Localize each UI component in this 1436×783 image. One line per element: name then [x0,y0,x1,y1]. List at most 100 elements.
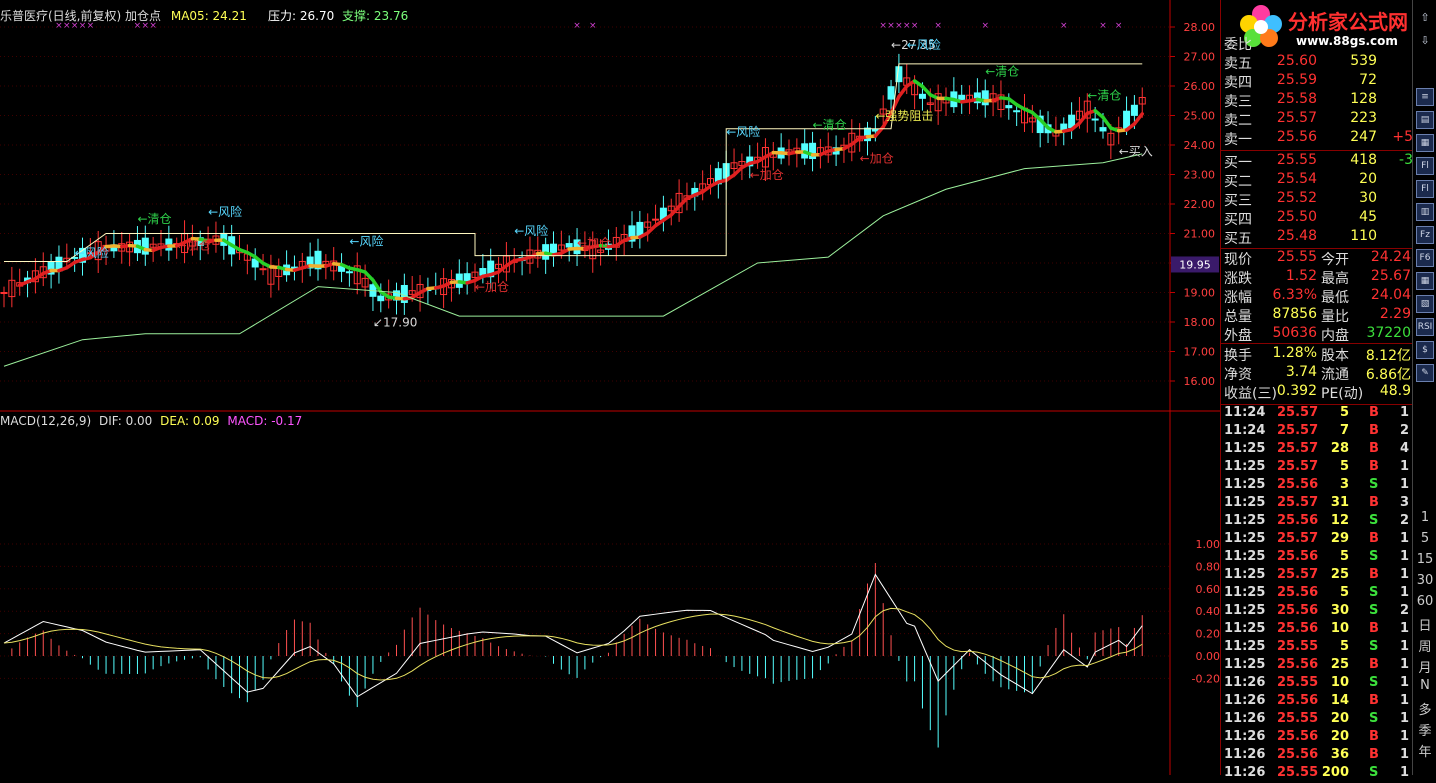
level-price: 25.57 [1277,110,1317,126]
period-button-6[interactable]: 周 [1413,636,1436,655]
support-label: 支撑: 23.76 [342,9,408,23]
down-arrow-icon[interactable]: ⇩ [1415,31,1435,51]
tick-time: 11:25 [1224,441,1265,456]
quote-panel: 委比 卖五25.60539卖四25.5972卖三25.58128卖二25.572… [1220,0,1413,775]
resistance-label: 压力: 26.70 [268,9,334,23]
ma-line-segment [899,86,907,96]
signal-annotation: ←风险 [514,223,548,238]
level-volume: 110 [1350,228,1377,244]
ma-line-segment [1103,117,1111,128]
price-axis-label: 24.00 [1184,139,1216,152]
candle-body [888,87,894,99]
period-button-9[interactable]: 多 [1413,699,1436,718]
tick-price: 25.56 [1277,477,1318,492]
buy-level-row: 买五25.48110 [1221,228,1413,247]
stat-value: 6.86亿 [1366,364,1411,384]
period-button-3[interactable]: 30 [1413,573,1436,588]
tick-volume: 10 [1331,621,1349,636]
signal-annotation: ←清仓 [813,118,847,132]
grid-icon[interactable]: ▦ [1416,134,1434,152]
stat-row: 总量87856量比2.29 [1221,306,1413,325]
tick-time: 11:26 [1224,765,1265,780]
table-icon[interactable]: ▤ [1416,111,1434,129]
sell-level-row: 卖四25.5972 [1221,72,1413,91]
level-price: 25.59 [1277,72,1317,88]
period-button-4[interactable]: 60 [1413,594,1436,609]
tick-side: B [1369,567,1379,582]
rsi-icon[interactable]: RSI [1416,318,1434,336]
signal-cross-marker: × [934,21,942,31]
level-label: 卖一 [1224,129,1252,149]
tick-row: 11:2525.5731B3 [1221,495,1413,513]
tick-volume: 3 [1340,477,1349,492]
candle-body [919,94,925,98]
tick-time: 11:25 [1224,621,1265,636]
period-button-5[interactable]: 日 [1413,615,1436,634]
dif-line [4,574,1142,696]
signal-annotation: ←加仓 [177,239,211,253]
edit-icon[interactable]: ✎ [1416,364,1434,382]
stat-label: 涨跌 [1224,268,1252,288]
f10-icon[interactable]: Fl [1416,157,1434,175]
tick-count: 1 [1400,405,1409,420]
dollar-icon[interactable]: $ [1416,341,1434,359]
level-label: 卖三 [1224,91,1252,111]
stat-value: 8.12亿 [1366,345,1411,365]
fz-icon[interactable]: Fz [1416,226,1434,244]
macd-axis-label: 0.60 [1196,583,1221,596]
tick-row: 11:2525.555S1 [1221,639,1413,657]
period-button-1[interactable]: 5 [1413,531,1436,546]
candle-body [653,219,659,220]
signal-cross-marker: × [1060,21,1068,31]
grid2-icon[interactable]: ▦ [1416,272,1434,290]
tick-time: 11:25 [1224,603,1265,618]
stat-value: 24.04 [1371,287,1411,303]
tick-row: 11:2525.575B1 [1221,459,1413,477]
tick-side: S [1369,477,1378,492]
period-button-10[interactable]: 季 [1413,720,1436,739]
tick-side: B [1369,459,1379,474]
signal-annotation: ←强势阻击 [875,109,933,123]
stat-value: 6.33% [1273,287,1317,303]
level-volume: 45 [1359,209,1377,225]
candle-body [378,296,384,301]
level-volume: 128 [1350,91,1377,107]
period-button-2[interactable]: 15 [1413,552,1436,567]
f6-icon[interactable]: F6 [1416,249,1434,267]
tick-time: 11:25 [1224,585,1265,600]
tick-volume: 36 [1331,747,1349,762]
layout-icon[interactable]: ▧ [1416,295,1434,313]
macd-dea: DEA: 0.09 [160,414,219,428]
chart-icon[interactable]: ▥ [1416,203,1434,221]
stat-value: 1.52 [1286,268,1317,284]
stat-value: 25.67 [1371,268,1411,284]
up-arrow-icon[interactable]: ⇧ [1415,8,1435,28]
tick-count: 1 [1400,549,1409,564]
tick-price: 25.56 [1277,747,1318,762]
tick-side: B [1369,747,1379,762]
period-button-11[interactable]: 年 [1413,741,1436,760]
tick-price: 25.56 [1277,621,1318,636]
stat-label: 外盘 [1224,325,1252,345]
fl-icon[interactable]: Fl [1416,180,1434,198]
period-button-7[interactable]: 月 [1413,657,1436,676]
tick-price: 25.56 [1277,549,1318,564]
signal-cross-marker: × [887,21,895,31]
signal-annotation: ←加仓 [475,280,509,294]
list-icon[interactable]: ≡ [1416,88,1434,106]
price-axis-label: 18.00 [1184,316,1216,329]
tick-row: 11:2525.5612S2 [1221,513,1413,531]
tick-volume: 30 [1331,603,1349,618]
period-button-0[interactable]: 1 [1413,510,1436,525]
chart-header: 乐普医疗(日线,前复权) 加仓点 MA05: 24.21 [0,7,247,24]
tick-volume: 25 [1331,567,1349,582]
tick-count: 1 [1400,675,1409,690]
tick-row: 11:2625.5510S1 [1221,675,1413,693]
kline-chart[interactable]: 28.0027.0026.0025.0024.0023.0022.0021.00… [0,0,1220,775]
tick-volume: 5 [1340,459,1349,474]
signal-annotation: ←买入 [1119,144,1153,158]
chart-area[interactable]: 28.0027.0026.0025.0024.0023.0022.0021.00… [0,0,1220,775]
period-button-8[interactable]: N [1413,678,1436,693]
tick-row: 11:2525.565S1 [1221,585,1413,603]
tick-side: B [1369,441,1379,456]
